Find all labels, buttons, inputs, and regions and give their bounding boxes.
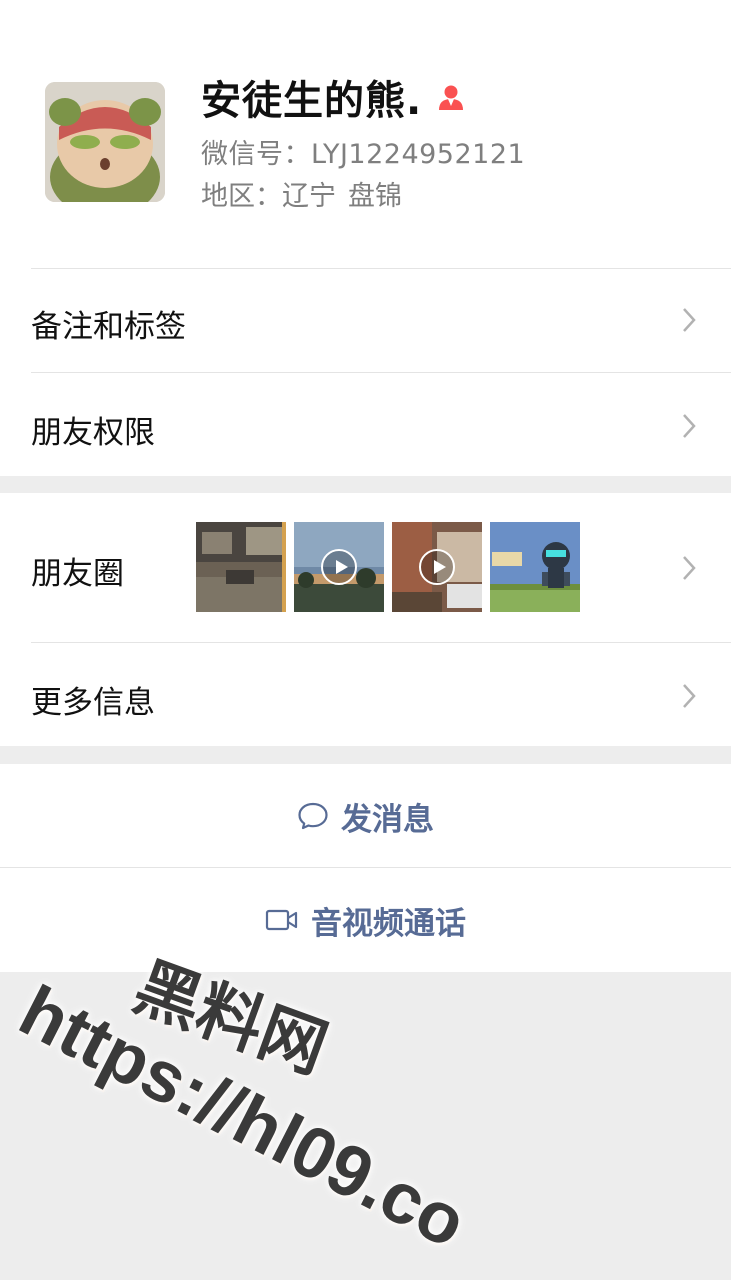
video-camera-icon: [265, 909, 298, 931]
region: 地区：辽宁 盘锦: [201, 174, 414, 213]
friend-permissions-label: 朋友权限: [31, 415, 155, 451]
contact-name: 安徒生的熊.: [201, 78, 423, 124]
chevron-right-icon: [683, 684, 696, 708]
moments-thumbnails: [196, 522, 580, 612]
send-message-button[interactable]: 发消息: [0, 764, 731, 868]
moments-thumbnail: [294, 522, 384, 612]
chevron-right-icon: [683, 414, 696, 438]
avatar-image: [45, 82, 165, 202]
more-info-row[interactable]: 更多信息: [0, 642, 731, 746]
divider: [31, 372, 731, 373]
divider: [31, 268, 731, 269]
profile-header: 安徒生的熊. 微信号：LYJ1224952121 地区：辽宁 盘锦: [0, 0, 731, 268]
watermark-url: https://hl09.co: [7, 970, 479, 1264]
avatar[interactable]: [45, 82, 165, 202]
moments-thumbnail: [392, 522, 482, 612]
chevron-right-icon: [683, 556, 696, 580]
divider: [31, 642, 731, 643]
moments-row[interactable]: 朋友圈: [0, 493, 731, 642]
video-call-button[interactable]: 音视频通话: [0, 868, 731, 972]
region-label: 地区：: [201, 181, 282, 212]
send-message-label: 发消息: [341, 801, 434, 838]
female-user-icon: [436, 82, 466, 112]
video-call-label: 音视频通话: [311, 905, 466, 942]
chevron-right-icon: [683, 308, 696, 332]
remarks-tags-row[interactable]: 备注和标签: [0, 268, 731, 372]
remarks-tags-label: 备注和标签: [31, 309, 186, 345]
region-province: 辽宁: [282, 181, 336, 212]
chat-bubble-icon: [298, 802, 328, 830]
play-icon: [321, 549, 357, 585]
contact-profile-page: 安徒生的熊. 微信号：LYJ1224952121 地区：辽宁 盘锦 备注和标签 朋…: [0, 0, 731, 1280]
moments-thumbnail: [490, 522, 580, 612]
region-city: 盘锦: [348, 181, 402, 212]
more-info-label: 更多信息: [31, 685, 155, 721]
play-icon: [419, 549, 455, 585]
friend-permissions-row[interactable]: 朋友权限: [0, 372, 731, 476]
wechat-id: 微信号：LYJ1224952121: [201, 139, 526, 170]
moments-thumbnail: [196, 522, 286, 612]
moments-label: 朋友圈: [31, 556, 124, 592]
